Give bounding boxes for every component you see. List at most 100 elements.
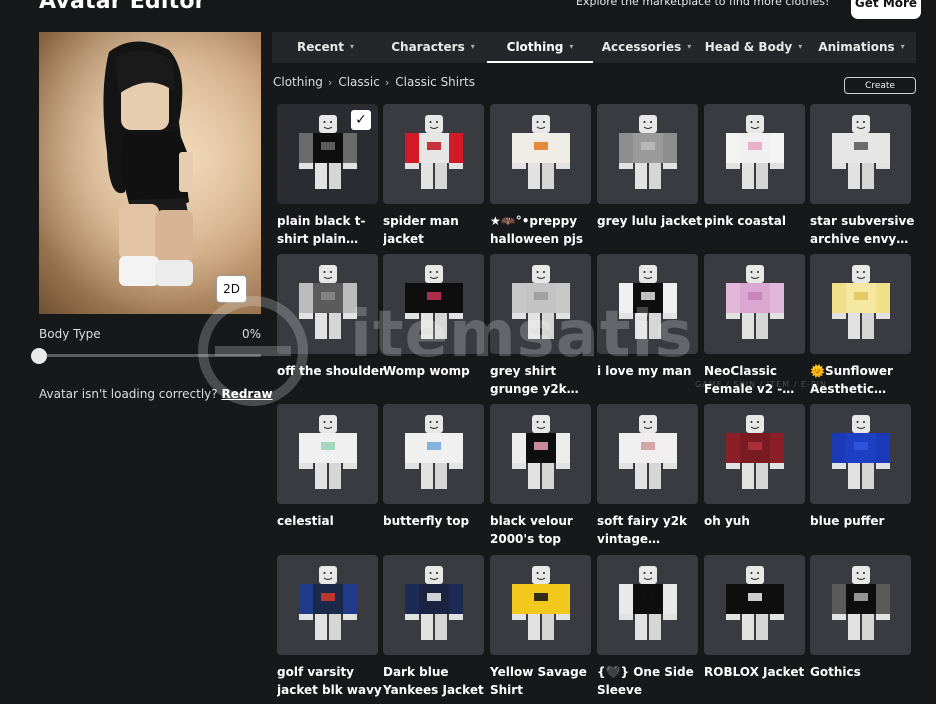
item-name[interactable]: Yellow Savage Shirt bbox=[490, 663, 598, 699]
item-name[interactable]: oh yuh bbox=[704, 512, 812, 530]
item-thumbnail[interactable] bbox=[597, 555, 698, 655]
breadcrumb-item-classic-shirts[interactable]: Classic Shirts bbox=[395, 75, 475, 89]
item-name[interactable]: Gothics bbox=[810, 663, 918, 681]
item-thumbnail[interactable] bbox=[810, 404, 911, 504]
item-thumbnail[interactable] bbox=[810, 254, 911, 354]
item-card[interactable]: golf varsity jacket blk wavy bbox=[277, 555, 382, 699]
item-thumbnail[interactable] bbox=[277, 254, 378, 354]
redraw-link[interactable]: Redraw bbox=[221, 387, 272, 401]
item-name[interactable]: grey lulu jacket bbox=[597, 212, 705, 230]
item-name[interactable]: celestial bbox=[277, 512, 385, 530]
item-name[interactable]: pink coastal bbox=[704, 212, 812, 230]
tab-characters[interactable]: Characters ▾ bbox=[379, 32, 487, 63]
item-thumbnail[interactable] bbox=[277, 404, 378, 504]
item-thumbnail[interactable] bbox=[704, 104, 805, 204]
shirt-figure-icon bbox=[619, 415, 677, 489]
item-name[interactable]: black velour 2000's top bbox=[490, 512, 598, 548]
item-card[interactable]: 🌞Sunflower Aesthetic Cute… bbox=[810, 254, 911, 398]
shirt-figure-icon bbox=[512, 265, 570, 339]
item-card[interactable]: ★🦇°•preppy halloween pjs bbox=[490, 104, 591, 248]
get-more-button[interactable]: Get More bbox=[851, 0, 921, 19]
item-thumbnail[interactable] bbox=[490, 555, 591, 655]
tab-head-body[interactable]: Head & Body ▾ bbox=[700, 32, 807, 63]
checkmark-icon[interactable]: ✓ bbox=[351, 110, 371, 130]
item-thumbnail[interactable] bbox=[704, 254, 805, 354]
item-card[interactable]: Gothics bbox=[810, 555, 911, 681]
item-name[interactable]: butterfly top bbox=[383, 512, 491, 530]
item-card[interactable]: grey shirt grunge y2k… bbox=[490, 254, 591, 398]
shirt-figure-icon bbox=[405, 566, 463, 640]
item-card[interactable]: soft fairy y2k vintage cheeta… bbox=[597, 404, 698, 548]
chevron-down-icon: ▾ bbox=[900, 42, 905, 51]
tab-recent[interactable]: Recent ▾ bbox=[272, 32, 379, 63]
item-card[interactable]: {🖤} One Side Sleeve bbox=[597, 555, 698, 699]
item-name[interactable]: soft fairy y2k vintage cheeta… bbox=[597, 512, 705, 548]
item-thumbnail[interactable] bbox=[597, 104, 698, 204]
item-thumbnail[interactable] bbox=[704, 404, 805, 504]
item-card[interactable]: pink coastal bbox=[704, 104, 805, 230]
item-name[interactable]: i love my man bbox=[597, 362, 705, 380]
item-card[interactable]: black velour 2000's top bbox=[490, 404, 591, 548]
item-name[interactable]: golf varsity jacket blk wavy bbox=[277, 663, 385, 699]
item-card[interactable]: butterfly top bbox=[383, 404, 484, 530]
item-card[interactable]: spider man jacket bbox=[383, 104, 484, 248]
item-name[interactable]: Womp womp bbox=[383, 362, 491, 380]
item-thumbnail[interactable] bbox=[597, 254, 698, 354]
item-thumbnail[interactable] bbox=[383, 555, 484, 655]
shirt-figure-icon bbox=[619, 265, 677, 339]
create-button[interactable]: Create bbox=[844, 77, 916, 94]
view-2d-toggle[interactable]: 2D bbox=[216, 275, 247, 303]
item-card[interactable]: grey lulu jacket bbox=[597, 104, 702, 230]
item-name[interactable]: star subversive archive envy… bbox=[810, 212, 918, 248]
item-thumbnail[interactable] bbox=[810, 555, 911, 655]
shirt-figure-icon bbox=[299, 415, 357, 489]
item-thumbnail[interactable] bbox=[490, 104, 591, 204]
item-name[interactable]: blue puffer bbox=[810, 512, 918, 530]
breadcrumb-item-clothing[interactable]: Clothing bbox=[273, 75, 323, 89]
item-thumbnail[interactable] bbox=[704, 555, 805, 655]
item-card[interactable]: off the shoulder bbox=[277, 254, 385, 380]
item-name[interactable]: grey shirt grunge y2k… bbox=[490, 362, 598, 398]
breadcrumb-item-classic[interactable]: Classic bbox=[338, 75, 380, 89]
item-card[interactable]: star subversive archive envy… bbox=[810, 104, 914, 248]
item-name[interactable]: 🌞Sunflower Aesthetic Cute… bbox=[810, 362, 918, 398]
item-card[interactable]: Dark blue Yankees Jacket bbox=[383, 555, 484, 699]
item-card[interactable]: Yellow Savage Shirt bbox=[490, 555, 591, 699]
item-card[interactable]: oh yuh bbox=[704, 404, 805, 530]
item-thumbnail[interactable] bbox=[490, 404, 591, 504]
item-thumbnail[interactable] bbox=[383, 404, 484, 504]
item-thumbnail[interactable] bbox=[383, 254, 484, 354]
item-thumbnail[interactable] bbox=[383, 104, 484, 204]
body-type-slider[interactable] bbox=[39, 354, 261, 357]
item-name[interactable]: spider man jacket bbox=[383, 212, 491, 248]
item-name[interactable]: plain black t-shirt plain blac… bbox=[277, 212, 385, 248]
item-name[interactable]: ROBLOX Jacket bbox=[704, 663, 812, 681]
tab-animations[interactable]: Animations ▾ bbox=[807, 32, 916, 63]
item-card[interactable]: i love my man bbox=[597, 254, 698, 380]
item-card[interactable]: celestial bbox=[277, 404, 378, 530]
item-name[interactable]: {🖤} One Side Sleeve bbox=[597, 663, 705, 699]
item-thumbnail[interactable]: ✓ bbox=[277, 104, 378, 204]
item-thumbnail[interactable] bbox=[597, 404, 698, 504]
shirt-figure-icon bbox=[512, 415, 570, 489]
item-name[interactable]: ★🦇°•preppy halloween pjs bbox=[490, 212, 598, 248]
chevron-down-icon: ▾ bbox=[470, 42, 475, 51]
item-thumbnail[interactable] bbox=[490, 254, 591, 354]
item-name[interactable]: off the shoulder bbox=[277, 362, 385, 380]
avatar-loading-help: Avatar isn't loading correctly? Redraw bbox=[39, 387, 273, 401]
shirt-figure-icon bbox=[726, 115, 784, 189]
tab-clothing[interactable]: Clothing ▾ bbox=[487, 32, 593, 63]
tab-accessories[interactable]: Accessories ▾ bbox=[593, 32, 700, 63]
item-thumbnail[interactable] bbox=[810, 104, 911, 204]
item-thumbnail[interactable] bbox=[277, 555, 378, 655]
item-card[interactable]: ROBLOX Jacket bbox=[704, 555, 805, 681]
body-type-slider-handle[interactable] bbox=[31, 348, 47, 364]
body-type-value: 0% bbox=[242, 327, 262, 341]
item-card[interactable]: Womp womp bbox=[383, 254, 484, 380]
item-name[interactable]: NeoClassic Female v2 - Shirt bbox=[704, 362, 812, 398]
chevron-right-icon: › bbox=[327, 75, 333, 89]
item-card[interactable]: NeoClassic Female v2 - Shirt bbox=[704, 254, 805, 398]
item-card[interactable]: ✓plain black t-shirt plain blac… bbox=[277, 104, 378, 248]
item-name[interactable]: Dark blue Yankees Jacket bbox=[383, 663, 491, 699]
item-card[interactable]: blue puffer bbox=[810, 404, 911, 530]
